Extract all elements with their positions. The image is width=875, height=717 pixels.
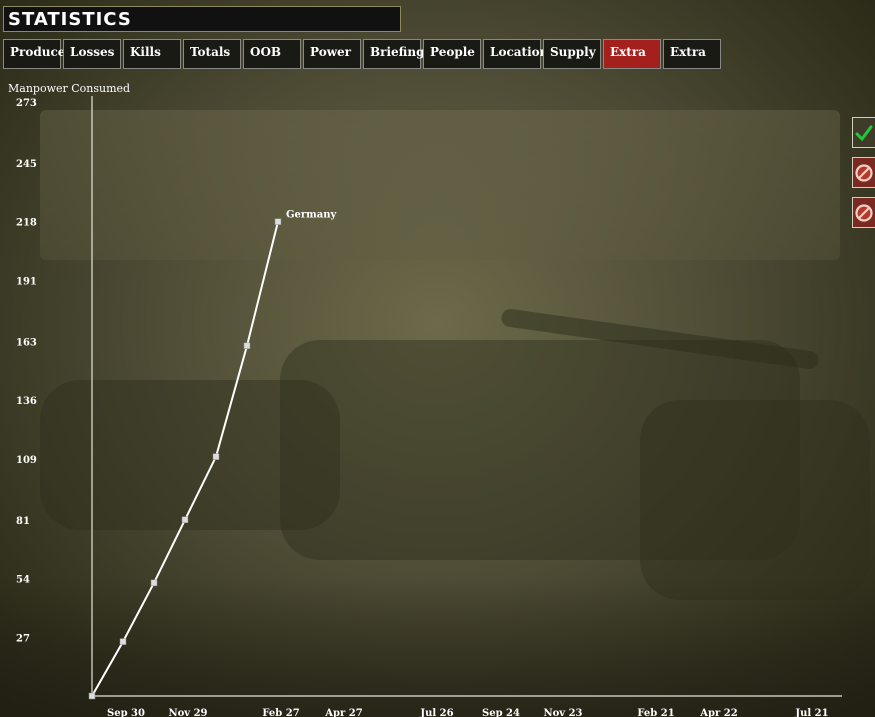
data-point [88, 692, 96, 700]
y-tick-label: 27 [16, 633, 30, 644]
data-point [119, 638, 127, 645]
data-point [274, 218, 282, 225]
data-point [181, 516, 189, 524]
x-tick-label: Feb 21 [637, 708, 674, 717]
x-tick-label: Sep 30 [107, 708, 145, 717]
x-tick-label: Apr 22 [699, 708, 737, 717]
y-tick-label: 163 [16, 337, 37, 348]
y-tick-label: 109 [16, 455, 37, 466]
y-tick-label: 54 [16, 575, 30, 586]
x-tick-label: Jul 21 [794, 708, 828, 717]
data-point [243, 342, 251, 349]
y-tick-label: 245 [16, 159, 37, 170]
y-tick-label: 218 [16, 218, 37, 229]
x-tick-label: Nov 23 [543, 708, 582, 717]
series-line-germany [91, 221, 279, 697]
x-tick-label: Jul 26 [419, 708, 453, 717]
y-tick-label: 136 [16, 396, 37, 407]
x-tick-label: Feb 27 [262, 708, 299, 717]
series-label: Germany [286, 210, 338, 221]
manpower-line-chart: 27 54 81 109 136 163 191 218 245 273 Sep 30 Nov 29 F… [16, 96, 842, 717]
x-tick-label: Sep 24 [482, 708, 520, 717]
x-tick-label: Apr 27 [324, 708, 362, 717]
y-tick-label: 191 [16, 276, 37, 287]
y-tick-label: 81 [16, 516, 30, 527]
data-point [150, 579, 158, 587]
data-point [212, 453, 220, 460]
x-tick-label: Nov 29 [168, 708, 207, 717]
y-tick-label: 273 [16, 98, 37, 109]
